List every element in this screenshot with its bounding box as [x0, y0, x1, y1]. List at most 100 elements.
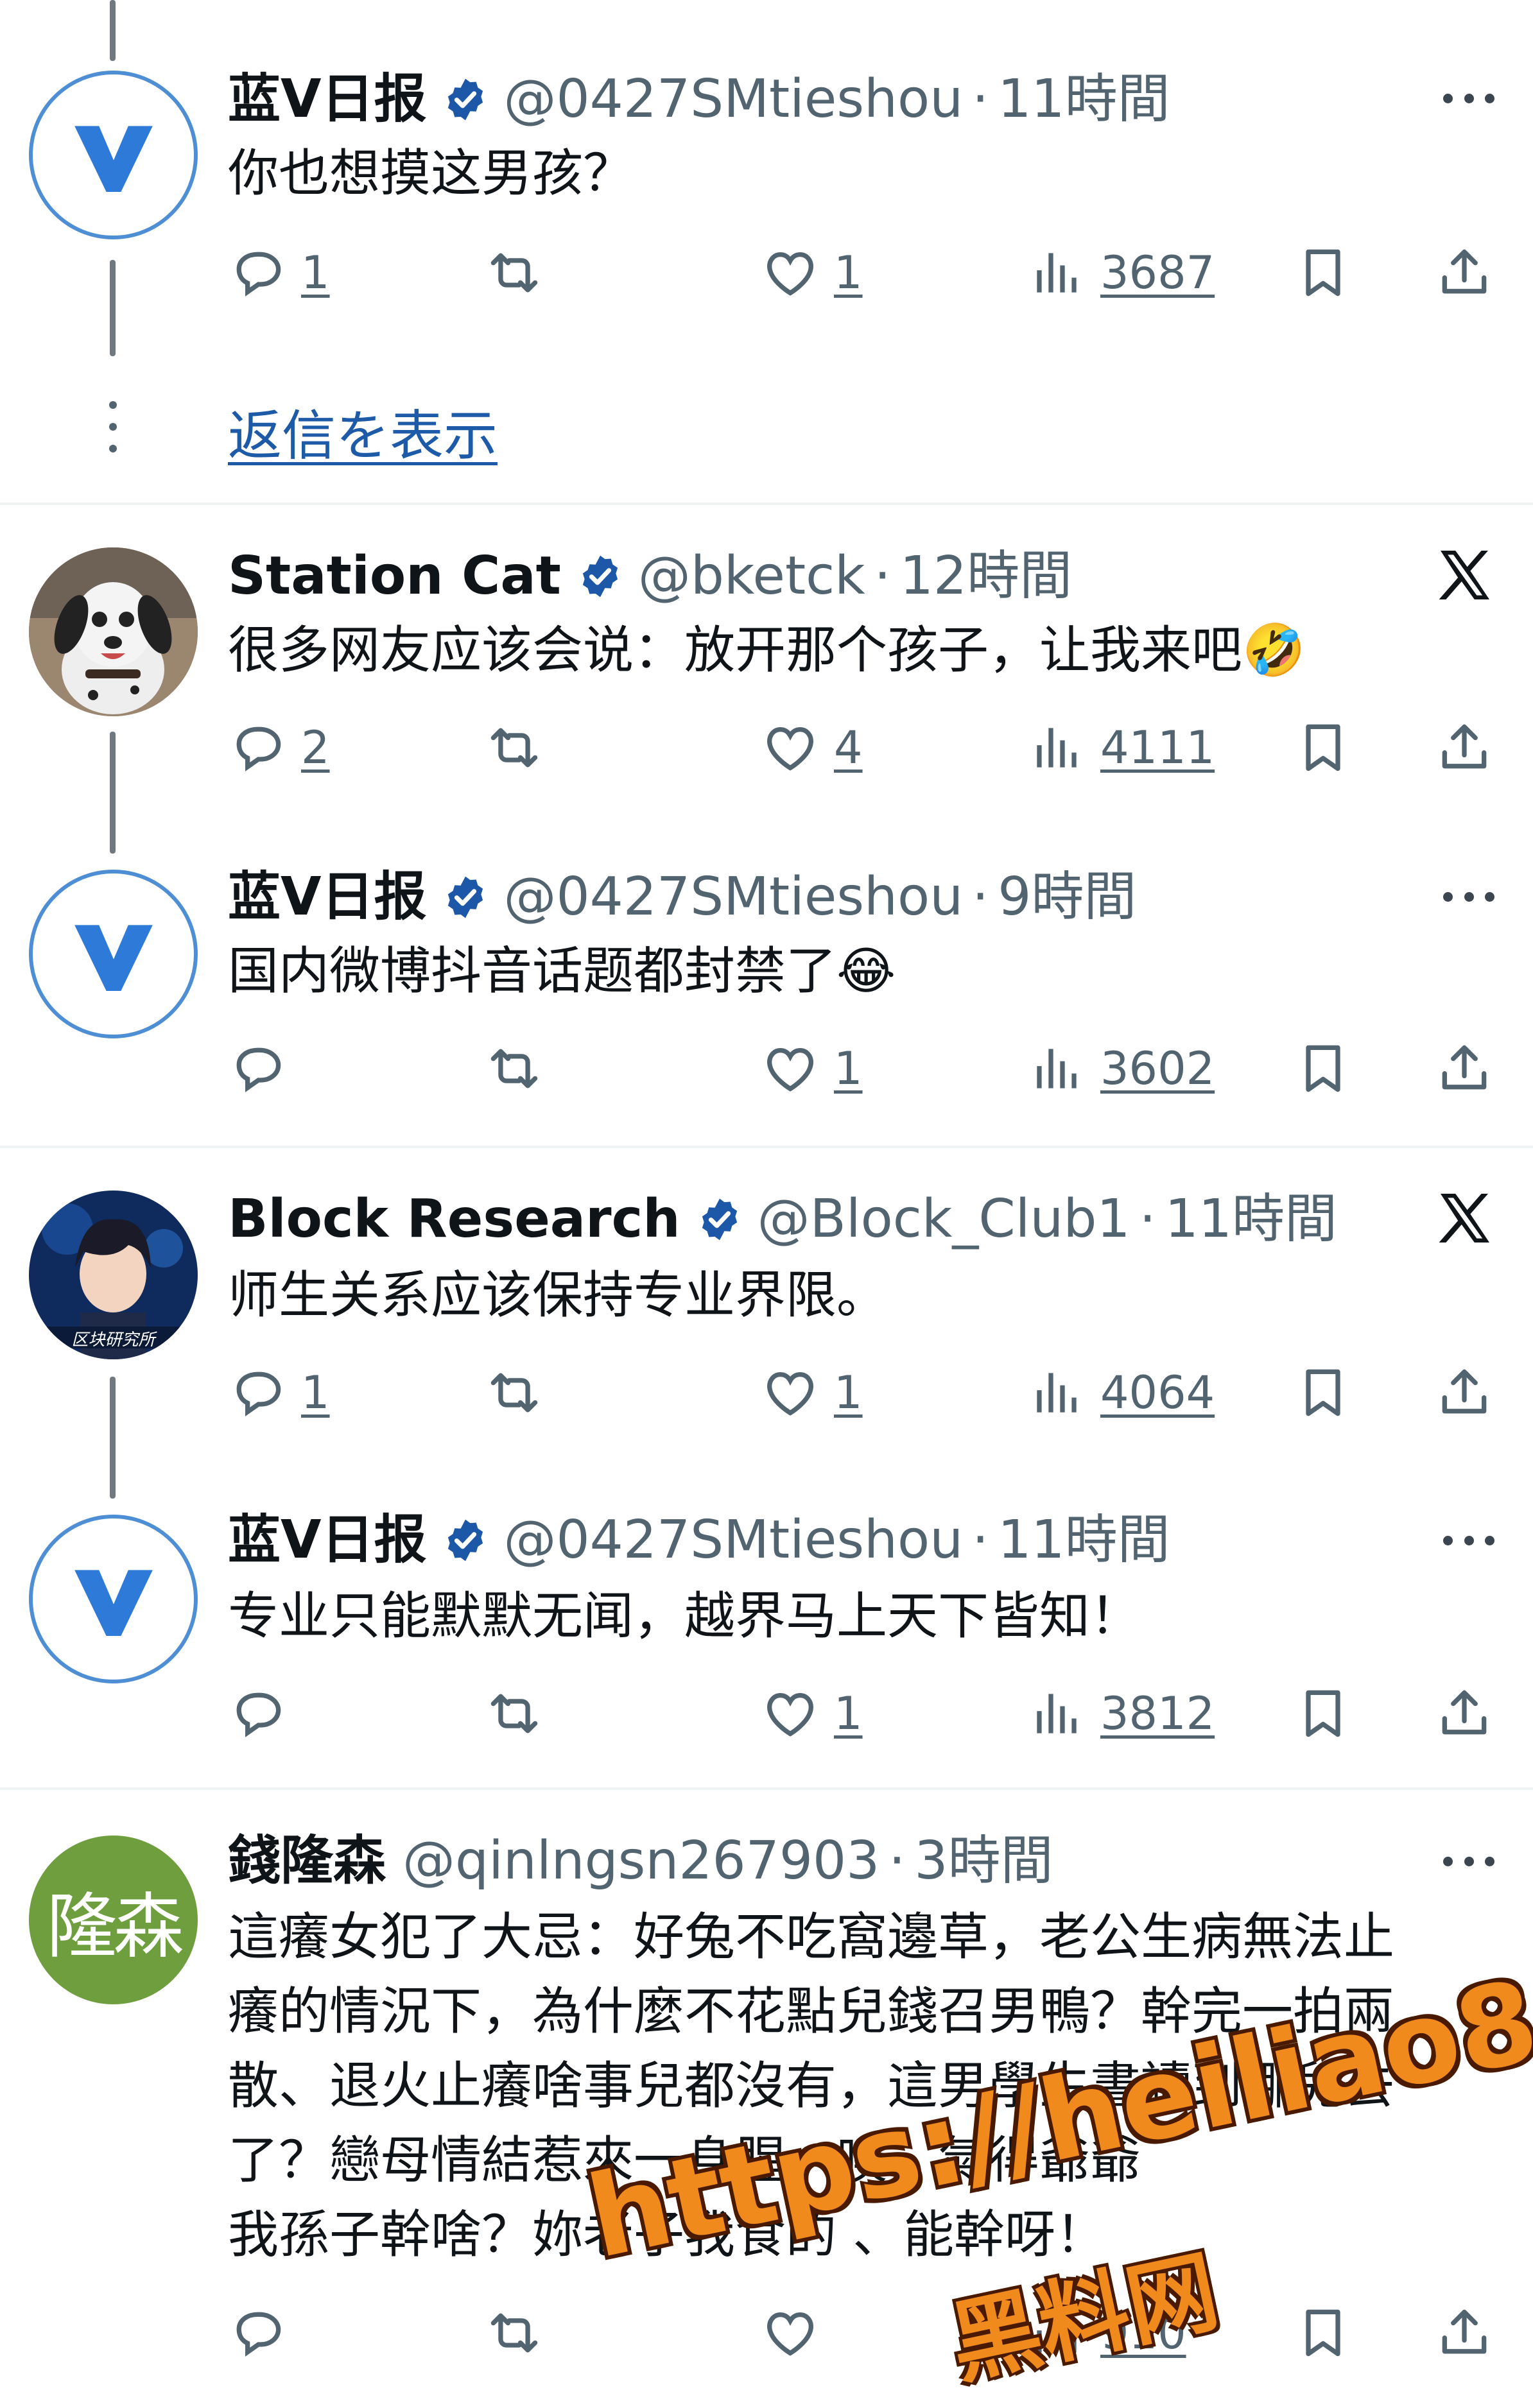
display-name[interactable]: Station Cat	[228, 550, 561, 603]
more-icon[interactable]	[1443, 887, 1494, 906]
retweet-button[interactable]	[485, 2298, 544, 2368]
avatar[interactable]	[29, 71, 198, 239]
share-button[interactable]	[1435, 1678, 1494, 1749]
bookmark-icon	[1294, 1363, 1353, 1422]
show-replies-link[interactable]: 返信を表示	[228, 393, 498, 470]
thread-line	[110, 260, 116, 356]
separator: ·	[972, 1509, 989, 1570]
timestamp[interactable]: 3時間	[914, 1835, 1053, 1888]
tweet-text: 国内微博抖音话题都封禁了😂	[228, 942, 896, 1001]
timestamp[interactable]: 11時間	[998, 73, 1170, 126]
x-logo-icon	[1434, 1187, 1496, 1249]
retweet-button[interactable]	[485, 1033, 544, 1104]
x-logo-icon	[1434, 544, 1496, 606]
reply-button[interactable]: 1	[228, 237, 330, 308]
bookmark-button[interactable]	[1294, 237, 1353, 308]
share-button[interactable]	[1435, 1357, 1494, 1428]
handle[interactable]: @Block_Club1	[758, 1193, 1130, 1246]
timestamp[interactable]: 9時間	[998, 871, 1136, 924]
action-bar: 1 1 3687	[228, 237, 1505, 308]
share-icon	[1435, 718, 1494, 777]
dalmatian-dog-avatar	[29, 547, 198, 716]
handle[interactable]: @0427SMtieshou	[503, 73, 963, 126]
avatar[interactable]: 区块研究所	[29, 1191, 198, 1359]
share-button[interactable]	[1435, 237, 1494, 308]
heart-icon	[761, 1039, 820, 1098]
retweet-icon	[485, 718, 544, 777]
views-button[interactable]: 3602	[1027, 1033, 1215, 1104]
views-icon	[1027, 718, 1086, 777]
reply-icon	[228, 1684, 287, 1743]
share-icon	[1435, 1684, 1494, 1743]
text-line: 這癢女犯了大忌：好兔不吃窩邊草，老公生病無法止	[228, 1907, 1394, 1966]
more-icon[interactable]	[1443, 1852, 1494, 1871]
display-name[interactable]: 蓝V日报	[228, 871, 426, 924]
bookmark-button[interactable]	[1294, 2298, 1353, 2368]
bookmark-button[interactable]	[1294, 1357, 1353, 1428]
avatar[interactable]: 隆森	[29, 1836, 198, 2004]
share-button[interactable]	[1435, 712, 1494, 783]
retweet-button[interactable]	[485, 712, 544, 783]
retweet-button[interactable]	[485, 237, 544, 308]
retweet-button[interactable]	[485, 1678, 544, 1749]
avatar[interactable]	[29, 870, 198, 1038]
tweet-header: 蓝V日报 @0427SMtieshou · 11時間	[228, 1502, 1170, 1579]
reply-button[interactable]: 1	[228, 1357, 330, 1428]
share-button[interactable]	[1435, 1033, 1494, 1104]
like-count: 4	[834, 721, 863, 774]
views-button[interactable]: 3812	[1027, 1678, 1215, 1749]
views-icon	[1027, 1363, 1086, 1422]
reply-button[interactable]: 2	[228, 712, 330, 783]
like-button[interactable]	[761, 2298, 820, 2368]
avatar[interactable]	[29, 547, 198, 716]
action-bar: 2 4 4111	[228, 712, 1505, 783]
like-button[interactable]: 1	[761, 1357, 863, 1428]
share-button[interactable]	[1435, 2298, 1494, 2368]
handle[interactable]: @0427SMtieshou	[503, 871, 963, 924]
heart-icon	[761, 718, 820, 777]
views-button[interactable]: 3687	[1027, 237, 1215, 308]
avatar[interactable]	[29, 1515, 198, 1683]
bookmark-button[interactable]	[1294, 712, 1353, 783]
timestamp[interactable]: 11時間	[1165, 1193, 1337, 1246]
like-count: 1	[834, 1687, 863, 1740]
v-logo-icon	[53, 893, 175, 1015]
retweet-icon	[485, 2303, 544, 2362]
divider	[0, 1146, 1533, 1148]
display-name[interactable]: 蓝V日报	[228, 1514, 426, 1567]
separator: ·	[972, 866, 989, 927]
view-count: 4111	[1100, 721, 1215, 774]
reply-count: 1	[301, 1366, 330, 1419]
like-count: 1	[834, 1366, 863, 1419]
timestamp[interactable]: 12時間	[900, 550, 1072, 603]
reply-button[interactable]	[228, 1033, 287, 1104]
like-button[interactable]: 4	[761, 712, 863, 783]
retweet-button[interactable]	[485, 1357, 544, 1428]
display-name[interactable]: Block Research	[228, 1193, 680, 1246]
display-name[interactable]: 蓝V日报	[228, 73, 426, 126]
like-button[interactable]: 1	[761, 1678, 863, 1749]
views-button[interactable]: 4064	[1027, 1357, 1215, 1428]
v-logo-icon	[53, 94, 175, 216]
reply-button[interactable]	[228, 2298, 287, 2368]
handle[interactable]: @0427SMtieshou	[503, 1514, 963, 1567]
view-count: 3812	[1100, 1687, 1215, 1740]
like-button[interactable]: 1	[761, 237, 863, 308]
handle[interactable]: @qinlngsn267903	[403, 1835, 879, 1888]
bookmark-button[interactable]	[1294, 1678, 1353, 1749]
heart-icon	[761, 1363, 820, 1422]
separator: ·	[874, 546, 891, 606]
reply-count: 2	[301, 721, 330, 774]
bookmark-button[interactable]	[1294, 1033, 1353, 1104]
reply-button[interactable]	[228, 1678, 287, 1749]
handle[interactable]: @bketck	[638, 550, 865, 603]
reply-icon	[228, 718, 287, 777]
view-count: 3602	[1100, 1042, 1215, 1095]
timestamp[interactable]: 11時間	[998, 1514, 1170, 1567]
like-button[interactable]: 1	[761, 1033, 863, 1104]
more-icon[interactable]	[1443, 89, 1494, 108]
verified-badge-icon	[696, 1196, 743, 1243]
more-icon[interactable]	[1443, 1531, 1494, 1550]
display-name[interactable]: 錢隆森	[228, 1835, 386, 1888]
views-button[interactable]: 4111	[1027, 712, 1215, 783]
